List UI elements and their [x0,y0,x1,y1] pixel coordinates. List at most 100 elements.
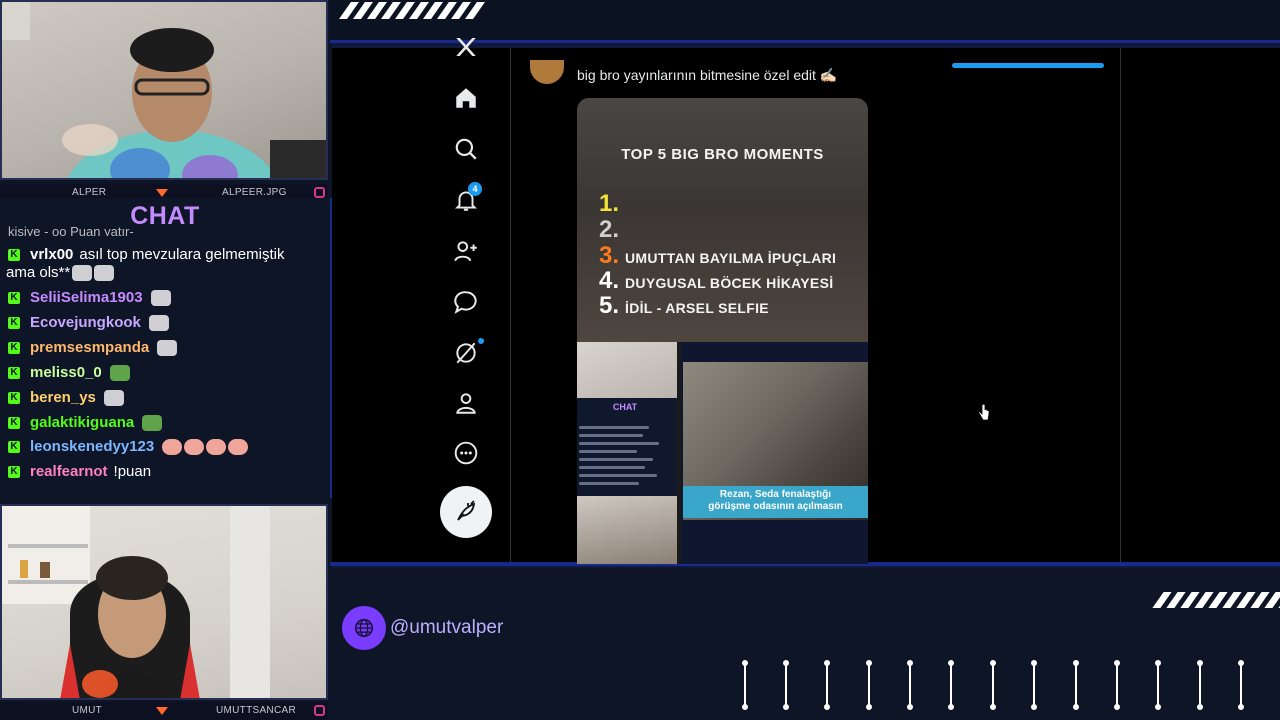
messages-chat-bubble-icon[interactable] [452,288,480,316]
rank-text: İDİL - ARSEL SELFIE [625,300,769,316]
video-inner-stream-panel: CHAT [577,342,677,564]
video-title-card: TOP 5 BIG BRO MOMENTS 1. 2. 3. UMUTTAN B… [577,98,868,342]
arrow-down-icon [156,707,168,715]
hand-cursor-icon [978,404,990,421]
kick-badge-icon: K [8,316,20,329]
rank-text: UMUTTAN BAYILMA İPUÇLARI [625,250,837,266]
rank-number: 3. [599,242,620,269]
social-handle: @umutvalper [342,606,503,650]
caption-line-1: Rezan, Seda fenalaştığı [719,489,832,500]
tweet-text: big bro yayınlarının bitmesine özel edit… [577,67,838,83]
chat-message: K premsesmpanda [8,339,178,356]
chat-username[interactable]: vrlx00 [30,246,73,263]
streamer-bottom-name: UMUT [72,705,103,716]
face-emote-icon [162,438,183,455]
kick-badge-icon: K [8,391,20,404]
chat-username[interactable]: galaktikiguana [30,414,134,431]
cat-emote-icon [148,314,169,331]
inner-chat-line [579,426,649,429]
streamer-top-figure [0,0,328,180]
rank-3: 3. UMUTTAN BAYILMA İPUÇLARI [599,242,836,270]
cat-emote-icon [103,389,124,406]
rank-number: 4. [599,267,620,294]
chat-text: !puan [113,463,152,480]
more-options-icon[interactable] [452,439,480,467]
chat-username[interactable]: meliss0_0 [30,364,102,381]
inner-chat-line [579,450,637,453]
chat-text: ama ols** [6,264,71,281]
kick-badge-icon: K [8,416,20,429]
chat-message: K beren_ys [8,389,124,406]
decorative-ticks [742,660,1252,712]
webcam-bottom [0,504,328,700]
profile-icon[interactable] [452,389,480,417]
tick-mark [948,660,954,710]
cat-emote-icon [72,264,93,281]
inner-chat-line [579,434,643,437]
tick-mark [742,660,748,710]
chat-username[interactable]: realfearnot [30,463,108,480]
chat-message: K vrlx00 asıl top mevzulara gelmemiştik [8,246,284,263]
chat-message: K galaktikiguana [8,414,163,431]
tweet-video-player[interactable]: TOP 5 BIG BRO MOMENTS 1. 2. 3. UMUTTAN B… [577,98,868,564]
rank-number: 2. [599,216,620,243]
inner-chat-line [579,442,659,445]
face-emote-icon [228,438,249,455]
follow-add-user-icon[interactable] [452,237,480,265]
tick-mark [1155,660,1161,710]
tick-mark [990,660,996,710]
chat-username[interactable]: premsesmpanda [30,339,149,356]
instagram-icon [314,705,325,716]
sidebar-divider [510,48,511,562]
compose-post-button[interactable] [440,486,492,538]
streamer-bottom-handle: UMUTTSANCAR [216,705,296,716]
rank-number: 1. [599,190,620,217]
kick-badge-icon: K [8,440,20,453]
streamer-bottom-figure [0,504,270,700]
chat-username[interactable]: Ecovejungkook [30,314,141,331]
tick-mark [1238,660,1244,710]
inner-chat-line [579,474,657,477]
new-indicator-dot [478,338,484,344]
inner-chat-line [579,482,639,485]
chat-username[interactable]: leonskenedyy123 [30,438,154,455]
chat-panel: CHAT kişiye - oo Puan yatır- K vrlx00 as… [0,198,332,498]
chat-username[interactable]: beren_ys [30,389,96,406]
tick-mark [1197,660,1203,710]
instagram-icon [314,187,325,198]
x-logo-icon[interactable] [452,38,480,56]
frog-emote-icon [142,414,163,431]
chat-text: asıl top mevzulara gelmemiştik [79,246,285,263]
kick-badge-icon: K [8,248,20,261]
kick-badge-icon: K [8,291,20,304]
video-inner-webcam [577,342,677,398]
timeline-divider [1120,48,1121,562]
webcam-top [0,0,328,180]
tick-mark [866,660,872,710]
inner-chat-line [579,466,645,469]
grok-slash-icon[interactable] [452,339,480,367]
chat-truncated-line: kişiye - oo Puan yatır- [8,226,134,236]
tick-mark [1073,660,1079,710]
chat-username[interactable]: SeliiSelima1903 [30,289,143,306]
decorative-stripes-bottom [1152,592,1280,608]
cat-emote-icon [150,289,171,306]
tick-mark [783,660,789,710]
arrow-down-icon [156,189,168,197]
face-emote-icon [184,438,205,455]
chat-message: K realfearnot !puan [8,463,151,480]
caption-line-2: görüşme odasının açılmasın [708,501,843,512]
search-icon[interactable] [452,135,480,163]
tick-mark [1031,660,1037,710]
rank-text: DUYGUSAL BÖCEK HİKAYESİ [625,275,834,291]
cat-emote-icon [94,264,115,281]
cat-emote-icon [157,339,178,356]
tick-mark [824,660,830,710]
home-icon[interactable] [452,84,480,112]
rank-4: 4. DUYGUSAL BÖCEK HİKAYESİ [599,267,833,295]
frog-emote-icon [109,364,130,381]
decorative-stripes-top [339,2,485,19]
video-inner-chat-title: CHAT [612,402,638,412]
inner-chat-line [579,458,653,461]
video-title: TOP 5 BIG BRO MOMENTS [621,146,824,163]
